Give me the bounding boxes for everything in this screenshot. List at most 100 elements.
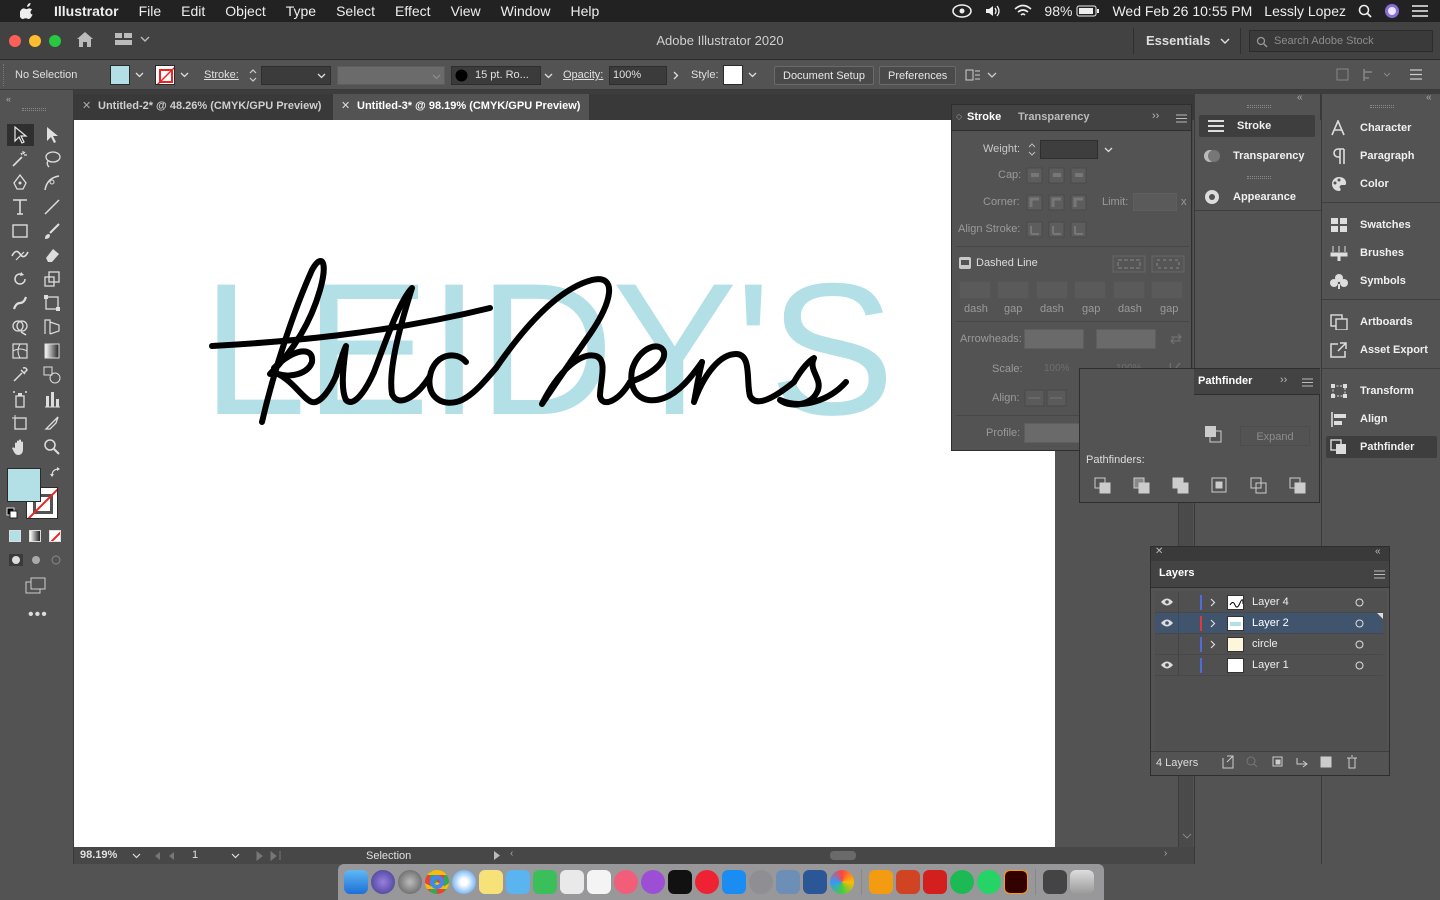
apple-menu-icon[interactable] — [0, 3, 44, 19]
layer-name[interactable]: Layer 2 — [1252, 617, 1289, 629]
user-name[interactable]: Lessly Lopez — [1264, 3, 1346, 19]
chevron-right-icon[interactable] — [1210, 619, 1216, 628]
launchpad-icon[interactable] — [398, 870, 422, 894]
messages-icon[interactable] — [506, 870, 530, 894]
layer-row-selected[interactable]: Layer 2 — [1155, 613, 1383, 634]
shape-mode-icon[interactable] — [1204, 425, 1222, 443]
toolbar-grip[interactable] — [22, 108, 46, 111]
warp-tool-icon[interactable] — [11, 294, 31, 314]
notification-center-icon[interactable] — [1412, 5, 1428, 17]
current-tool-status[interactable]: Selection — [366, 850, 411, 862]
mesh-tool-icon[interactable] — [11, 342, 31, 362]
layer-name[interactable]: Layer 4 — [1252, 596, 1289, 608]
gradient-tool-icon[interactable] — [43, 342, 63, 362]
acrobat-icon[interactable] — [923, 870, 947, 894]
paragraph-dock-button[interactable]: Paragraph — [1322, 145, 1440, 167]
pathfinder-dock-button[interactable]: Pathfinder — [1326, 436, 1437, 458]
artboard-navigation[interactable] — [152, 851, 182, 861]
eye-icon[interactable] — [1161, 619, 1173, 627]
opacity-field[interactable]: 100% — [609, 66, 685, 85]
artboard[interactable]: LEIDY'S — [74, 120, 1055, 847]
expand-button[interactable]: Expand — [1240, 426, 1310, 446]
kitchen-script-artwork[interactable] — [204, 250, 854, 440]
align-dock-button[interactable]: Align — [1322, 408, 1440, 430]
wifi-icon[interactable] — [1014, 4, 1032, 18]
curvature-tool-icon[interactable] — [43, 174, 63, 194]
corner-buttons[interactable] — [1026, 194, 1090, 211]
rectangle-tool-icon[interactable] — [11, 222, 31, 242]
collapse-toolbar-icon[interactable]: « — [6, 94, 11, 104]
keynote-icon[interactable] — [560, 870, 584, 894]
stock-search-input[interactable]: Search Adobe Stock — [1249, 30, 1433, 52]
shape-builder-tool-icon[interactable] — [11, 318, 31, 338]
default-fill-stroke-icon[interactable] — [6, 507, 18, 519]
rotate-tool-icon[interactable] — [11, 270, 31, 290]
symbols-dock-button[interactable]: Symbols — [1322, 270, 1440, 292]
gap-field-3[interactable] — [1151, 281, 1183, 299]
downloads-stack-icon[interactable] — [1043, 870, 1067, 894]
menu-illustrator[interactable]: Illustrator — [44, 3, 129, 19]
spotify-icon[interactable] — [950, 870, 974, 894]
eye-icon[interactable] — [1161, 598, 1173, 606]
variable-width-profile[interactable] — [337, 66, 445, 85]
layer-row[interactable]: Layer 4 — [1155, 592, 1383, 613]
tab-untitled-2[interactable]: ✕ Untitled-2* @ 48.26% (CMYK/GPU Preview… — [74, 94, 332, 120]
collapse-panel-icon[interactable]: « — [1375, 546, 1381, 557]
close-tab-icon[interactable]: ✕ — [82, 94, 91, 118]
brush-definition-field[interactable]: 15 pt. Ro... — [451, 66, 555, 85]
panel-menu-icon[interactable] — [1374, 570, 1385, 579]
weight-field[interactable] — [1026, 140, 1116, 159]
transform-dock-button[interactable]: Transform — [1322, 380, 1440, 402]
volume-icon[interactable] — [984, 4, 1002, 18]
artboard-tool-icon[interactable] — [11, 414, 31, 434]
finder-icon[interactable] — [344, 870, 368, 894]
tab-layers[interactable]: Layers — [1159, 567, 1194, 579]
apple-tv-icon[interactable] — [668, 870, 692, 894]
shaper-tool-icon[interactable] — [11, 246, 31, 266]
dashed-line-checkbox[interactable] — [959, 257, 971, 269]
fill-color-control[interactable] — [110, 65, 150, 85]
collapse-dock-icon[interactable]: « — [1426, 92, 1432, 103]
spotlight-icon[interactable] — [1358, 4, 1372, 18]
app-store-icon[interactable] — [722, 870, 746, 894]
expand-panel-icon[interactable]: ›› — [1152, 110, 1159, 122]
menu-window[interactable]: Window — [491, 3, 561, 19]
gradient-mode-button[interactable] — [29, 530, 41, 542]
direct-selection-tool-icon[interactable] — [43, 126, 63, 146]
menu-view[interactable]: View — [441, 3, 491, 19]
stroke-color-control[interactable] — [155, 65, 195, 85]
swatches-dock-button[interactable]: Swatches — [1322, 214, 1440, 236]
menu-help[interactable]: Help — [560, 3, 609, 19]
calendar-icon[interactable] — [587, 870, 611, 894]
limit-field[interactable] — [1133, 193, 1177, 211]
target-icon[interactable] — [1355, 598, 1364, 607]
stroke-label[interactable]: Stroke: — [204, 66, 239, 85]
brushes-dock-button[interactable]: Brushes — [1322, 242, 1440, 264]
word-icon[interactable] — [803, 870, 827, 894]
zoom-level[interactable]: 98.19% — [80, 849, 117, 861]
artboards-dock-button[interactable]: Artboards — [1322, 311, 1440, 333]
stroke-weight-field[interactable] — [247, 66, 331, 85]
powerpoint-icon[interactable] — [896, 870, 920, 894]
transparency-dock-button[interactable]: Transparency — [1195, 145, 1320, 167]
type-tool-icon[interactable] — [11, 198, 31, 218]
layer-row[interactable]: circle — [1155, 634, 1383, 655]
panel-menu-icon[interactable] — [1302, 378, 1313, 387]
tab-transparency[interactable]: Transparency — [1018, 111, 1090, 123]
layer-row[interactable]: Layer 1 — [1155, 655, 1383, 676]
line-segment-tool-icon[interactable] — [43, 198, 63, 218]
column-graph-tool-icon[interactable] — [43, 390, 63, 410]
illustrator-icon[interactable] — [1004, 870, 1028, 894]
menu-effect[interactable]: Effect — [385, 3, 441, 19]
opacity-label[interactable]: Opacity: — [563, 66, 603, 85]
zoom-dropdown-icon[interactable] — [132, 853, 141, 859]
pen-tool-icon[interactable] — [11, 174, 31, 194]
menu-object[interactable]: Object — [215, 3, 275, 19]
character-dock-button[interactable]: Character — [1322, 117, 1440, 139]
siri-app-icon[interactable] — [371, 870, 395, 894]
chevron-right-icon[interactable] — [1210, 598, 1216, 607]
perspective-grid-tool-icon[interactable] — [43, 318, 63, 338]
appearance-dock-button[interactable]: Appearance — [1195, 186, 1320, 208]
close-tab-icon[interactable]: ✕ — [341, 94, 350, 118]
control-bar-grip[interactable] — [3, 64, 6, 86]
